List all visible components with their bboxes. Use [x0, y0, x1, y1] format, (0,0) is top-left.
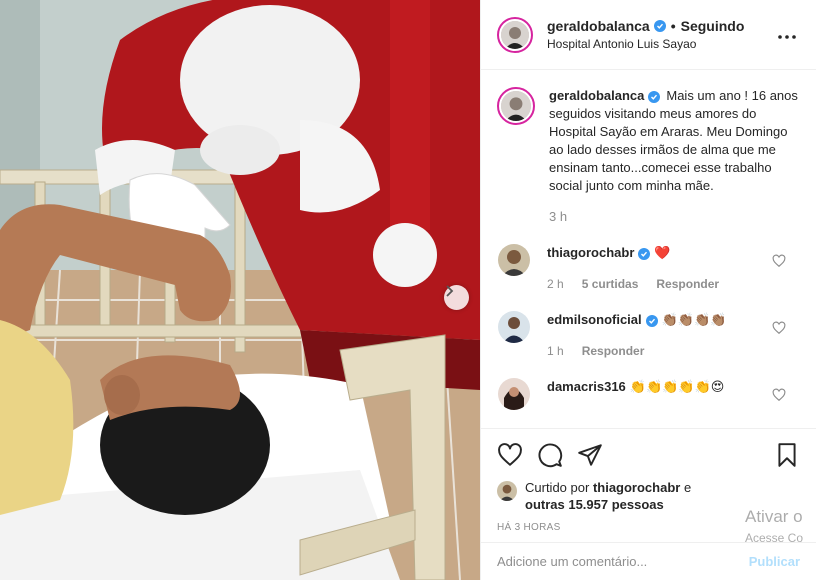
- comment-item: edmilsonoficial 👏🏽👏🏽👏🏽👏🏽 1 h Responder: [497, 311, 800, 360]
- reply-button[interactable]: Responder: [582, 342, 645, 360]
- comment-text: 👏🏽👏🏽👏🏽👏🏽: [661, 312, 727, 327]
- post-location[interactable]: Hospital Antonio Luis Sayao: [547, 37, 774, 51]
- caption-username[interactable]: geraldobalanca: [549, 88, 644, 103]
- add-comment-input[interactable]: Adicione um comentário...: [497, 554, 749, 569]
- comment-bubble-icon[interactable]: [537, 442, 563, 468]
- avatar-image: [501, 91, 531, 121]
- verified-badge-icon: [648, 91, 661, 103]
- follow-status-button[interactable]: Seguindo: [681, 18, 745, 34]
- reply-button[interactable]: Responder: [656, 275, 719, 293]
- separator-dot: •: [670, 18, 676, 34]
- more-options-button[interactable]: [774, 26, 800, 44]
- comment-likes[interactable]: 5 curtidas: [582, 275, 639, 293]
- comment-avatar[interactable]: [498, 244, 530, 276]
- liked-by-user[interactable]: thiagorochabr: [593, 480, 680, 495]
- like-comment-heart-icon[interactable]: [772, 254, 786, 268]
- post-container: geraldobalanca • Seguindo Hospital Anton…: [0, 0, 816, 580]
- likes-summary: Curtido por thiagorochabr e outras 15.95…: [497, 479, 800, 513]
- comment-avatar[interactable]: [498, 311, 530, 343]
- comment-text: 👏👏👏👏👏😍: [629, 379, 725, 394]
- avatar-image: [498, 244, 530, 276]
- chevron-right-icon: [446, 285, 454, 297]
- more-horizontal-icon: [778, 34, 796, 39]
- post-header: geraldobalanca • Seguindo Hospital Anton…: [481, 0, 816, 70]
- comment-username[interactable]: thiagorochabr: [547, 245, 634, 260]
- comment-text: ❤️: [654, 245, 671, 260]
- comment-username[interactable]: damacris316: [547, 379, 626, 394]
- author-avatar[interactable]: [497, 16, 533, 53]
- liked-by-and: e: [683, 480, 692, 495]
- comment-item: thiagorochabr ❤️ 2 h 5 curtidas Responder: [497, 244, 800, 293]
- comment-username[interactable]: edmilsonoficial: [547, 312, 642, 327]
- avatar-image: [501, 20, 529, 49]
- save-bookmark-icon[interactable]: [774, 442, 800, 468]
- photo-illustration: [0, 0, 480, 580]
- comment-item: damacris316 👏👏👏👏👏😍: [497, 378, 800, 410]
- verified-badge-icon: [653, 20, 666, 32]
- author-username[interactable]: geraldobalanca: [547, 18, 650, 34]
- next-photo-button[interactable]: [444, 285, 469, 310]
- liked-by-others[interactable]: outras 15.957 pessoas: [525, 497, 664, 512]
- publish-button[interactable]: Publicar: [749, 554, 800, 569]
- post-sidebar: geraldobalanca • Seguindo Hospital Anton…: [480, 0, 816, 580]
- liker-avatar[interactable]: [497, 481, 517, 501]
- verified-badge-icon: [645, 315, 658, 327]
- add-comment-bar: Adicione um comentário... Publicar: [481, 542, 816, 580]
- like-comment-heart-icon[interactable]: [772, 388, 786, 402]
- post-actions: Curtido por thiagorochabr e outras 15.95…: [481, 428, 816, 533]
- avatar-image: [497, 481, 517, 501]
- like-heart-icon[interactable]: [497, 442, 523, 468]
- caption-avatar[interactable]: [497, 87, 535, 125]
- caption-text: Mais um ano ! 16 anos seguidos visitando…: [549, 88, 798, 193]
- verified-badge-icon: [638, 248, 651, 260]
- like-comment-heart-icon[interactable]: [772, 321, 786, 335]
- liked-by-prefix: Curtido por: [525, 480, 590, 495]
- comment-avatar[interactable]: [498, 378, 530, 410]
- avatar-image: [498, 311, 530, 343]
- posted-time[interactable]: HÁ 3 HORAS: [497, 522, 800, 533]
- comment-time[interactable]: 1 h: [547, 342, 564, 360]
- caption-time[interactable]: 3 h: [549, 208, 800, 226]
- post-photo[interactable]: [0, 0, 480, 580]
- caption: geraldobalanca Mais um ano ! 16 anos segu…: [497, 87, 800, 226]
- comments-list[interactable]: geraldobalanca Mais um ano ! 16 anos segu…: [481, 71, 816, 428]
- share-paper-plane-icon[interactable]: [577, 442, 603, 468]
- comment-time[interactable]: 2 h: [547, 275, 564, 293]
- avatar-image: [498, 378, 530, 410]
